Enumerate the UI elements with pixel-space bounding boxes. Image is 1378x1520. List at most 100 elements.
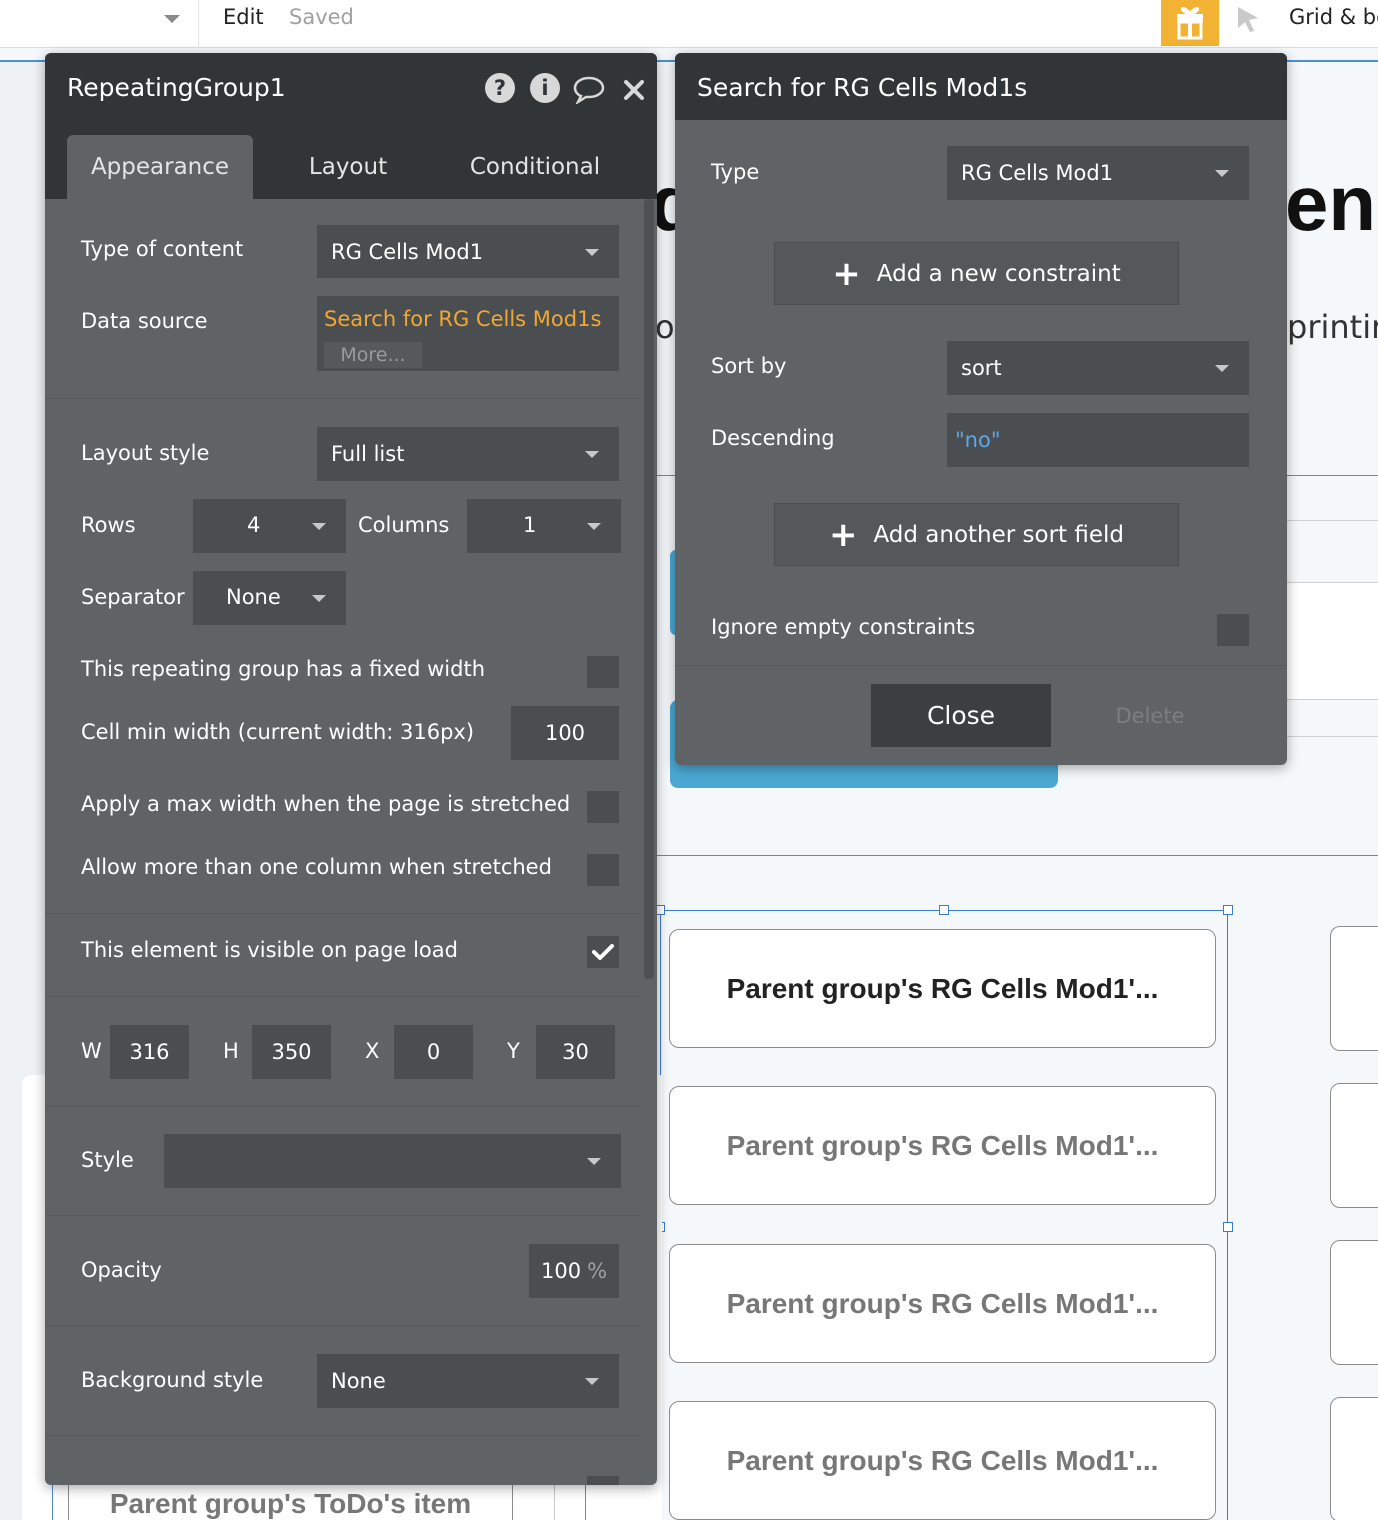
chevron-down-icon: [312, 595, 326, 602]
grid-and-borders-toggle[interactable]: Grid & bo: [1289, 5, 1378, 29]
sort-by-label: Sort by: [711, 354, 787, 378]
gift-button[interactable]: [1161, 0, 1219, 46]
chevron-down-icon: [585, 248, 599, 256]
columns-label: Columns: [358, 513, 450, 537]
resize-handle[interactable]: [939, 905, 949, 915]
page-dropdown-chevron-icon[interactable]: [164, 15, 180, 23]
chevron-down-icon: [1215, 365, 1229, 372]
chevron-down-icon: [585, 1378, 599, 1385]
edit-menu[interactable]: Edit: [223, 5, 264, 29]
close-button[interactable]: Close: [871, 684, 1051, 747]
chevron-down-icon: [587, 523, 601, 530]
input-edge: [1287, 736, 1378, 737]
rg-cell-text[interactable]: Parent group's RG Cells Mod1'...: [669, 1086, 1216, 1205]
separator-dropdown[interactable]: None: [193, 571, 346, 625]
style-label: Style: [81, 1148, 134, 1172]
todo-item-cell[interactable]: Parent group's ToDo's item: [68, 1480, 513, 1520]
close-icon[interactable]: [623, 79, 645, 101]
tab-appearance[interactable]: Appearance: [67, 135, 253, 199]
x-label: X: [365, 1039, 380, 1063]
section-divider: [45, 1325, 643, 1326]
checkmark-icon: [592, 944, 614, 960]
y-input[interactable]: 30: [536, 1025, 615, 1079]
background-text-fragment: printir: [1287, 308, 1378, 346]
height-input[interactable]: 350: [252, 1025, 331, 1079]
background-style-value: None: [331, 1369, 386, 1393]
type-dropdown[interactable]: RG Cells Mod1: [947, 146, 1249, 200]
columns-dropdown[interactable]: 1: [467, 499, 621, 553]
chevron-down-icon: [585, 451, 599, 458]
opacity-input[interactable]: 100 %: [529, 1244, 619, 1298]
width-input[interactable]: 316: [110, 1025, 189, 1079]
chevron-down-icon: [312, 523, 326, 530]
chevron-down-icon: [1215, 170, 1229, 177]
rg-cell-text[interactable]: Parent group's RG Cells Mod1'...: [669, 1244, 1216, 1363]
data-source-label: Data source: [81, 309, 208, 333]
sort-by-dropdown[interactable]: sort: [947, 341, 1249, 395]
separator-label: Separator: [81, 585, 185, 609]
element-name[interactable]: RepeatingGroup1: [67, 73, 286, 102]
cell-min-width-label: Cell min width (current width: 316px): [81, 720, 475, 744]
rg-cell-partial[interactable]: [1330, 1240, 1378, 1365]
more-columns-label: Allow more than one column when stretche…: [81, 855, 552, 879]
rg-cell-partial[interactable]: [1330, 1083, 1378, 1208]
ignore-empty-checkbox[interactable]: [1217, 614, 1249, 646]
resize-handle[interactable]: [1223, 1222, 1233, 1232]
width-label: W: [81, 1039, 102, 1063]
group-border-line: [52, 1485, 53, 1520]
type-of-content-value: RG Cells Mod1: [331, 239, 484, 264]
rg-cell-text[interactable]: Parent group's RG Cells Mod1'...: [669, 929, 1216, 1048]
descending-label: Descending: [711, 426, 835, 450]
top-toolbar: Edit Saved Grid & bo: [0, 0, 1378, 48]
opacity-unit: %: [587, 1259, 608, 1283]
columns-value: 1: [523, 513, 537, 537]
gift-icon: [1177, 7, 1203, 40]
add-constraint-label: Add a new constraint: [876, 260, 1121, 287]
save-status: Saved: [289, 5, 354, 29]
descending-value[interactable]: "no": [955, 428, 1000, 452]
add-sort-field-label: Add another sort field: [873, 521, 1125, 548]
help-icon[interactable]: ?: [485, 73, 515, 103]
delete-button[interactable]: Delete: [1070, 684, 1230, 747]
cell-min-width-input[interactable]: 100: [511, 706, 619, 760]
comment-icon[interactable]: [572, 74, 606, 104]
descending-expression[interactable]: "no": [947, 413, 1249, 467]
chevron-down-icon: [587, 1158, 601, 1165]
rg-cell-partial[interactable]: [1330, 1397, 1378, 1520]
panel-scrollbar[interactable]: [644, 199, 654, 979]
rg-cell-text[interactable]: Parent group's RG Cells Mod1'...: [669, 1401, 1216, 1520]
section-divider: [45, 1435, 643, 1436]
data-source-value[interactable]: Search for RG Cells Mod1s: [324, 307, 601, 331]
background-input: [1287, 582, 1378, 700]
data-source-expression[interactable]: Search for RG Cells Mod1s More...: [317, 296, 619, 371]
more-button[interactable]: More...: [324, 342, 422, 368]
tab-conditional[interactable]: Conditional: [445, 135, 625, 199]
background-style-label: Background style: [81, 1368, 264, 1392]
more-columns-checkbox[interactable]: [587, 854, 619, 886]
layout-style-dropdown[interactable]: Full list: [317, 427, 619, 481]
opacity-value: 100: [540, 1259, 582, 1283]
info-icon[interactable]: i: [530, 73, 560, 103]
add-constraint-button[interactable]: + Add a new constraint: [774, 242, 1179, 305]
add-sort-field-button[interactable]: + Add another sort field: [774, 503, 1179, 566]
style-dropdown[interactable]: [164, 1134, 621, 1188]
background-style-dropdown[interactable]: None: [317, 1354, 619, 1408]
pointer-cursor-icon[interactable]: [1234, 4, 1264, 34]
sort-by-value: sort: [961, 356, 1002, 380]
y-label: Y: [507, 1039, 520, 1063]
rows-value: 4: [247, 513, 261, 537]
dialog-header: Search for RG Cells Mod1s: [675, 53, 1287, 120]
tab-layout[interactable]: Layout: [273, 135, 423, 199]
partial-checkbox[interactable]: [587, 1476, 619, 1485]
max-width-checkbox[interactable]: [587, 791, 619, 823]
type-value: RG Cells Mod1: [961, 161, 1114, 185]
max-width-label: Apply a max width when the page is stret…: [81, 792, 571, 816]
rg-cell-partial[interactable]: [1330, 926, 1378, 1051]
resize-handle[interactable]: [1223, 905, 1233, 915]
rows-label: Rows: [81, 513, 136, 537]
rows-dropdown[interactable]: 4: [193, 499, 346, 553]
visible-on-load-checkbox[interactable]: [587, 936, 619, 968]
x-input[interactable]: 0: [394, 1025, 473, 1079]
type-of-content-dropdown[interactable]: RG Cells Mod1: [317, 225, 619, 278]
fixed-width-checkbox[interactable]: [587, 656, 619, 688]
